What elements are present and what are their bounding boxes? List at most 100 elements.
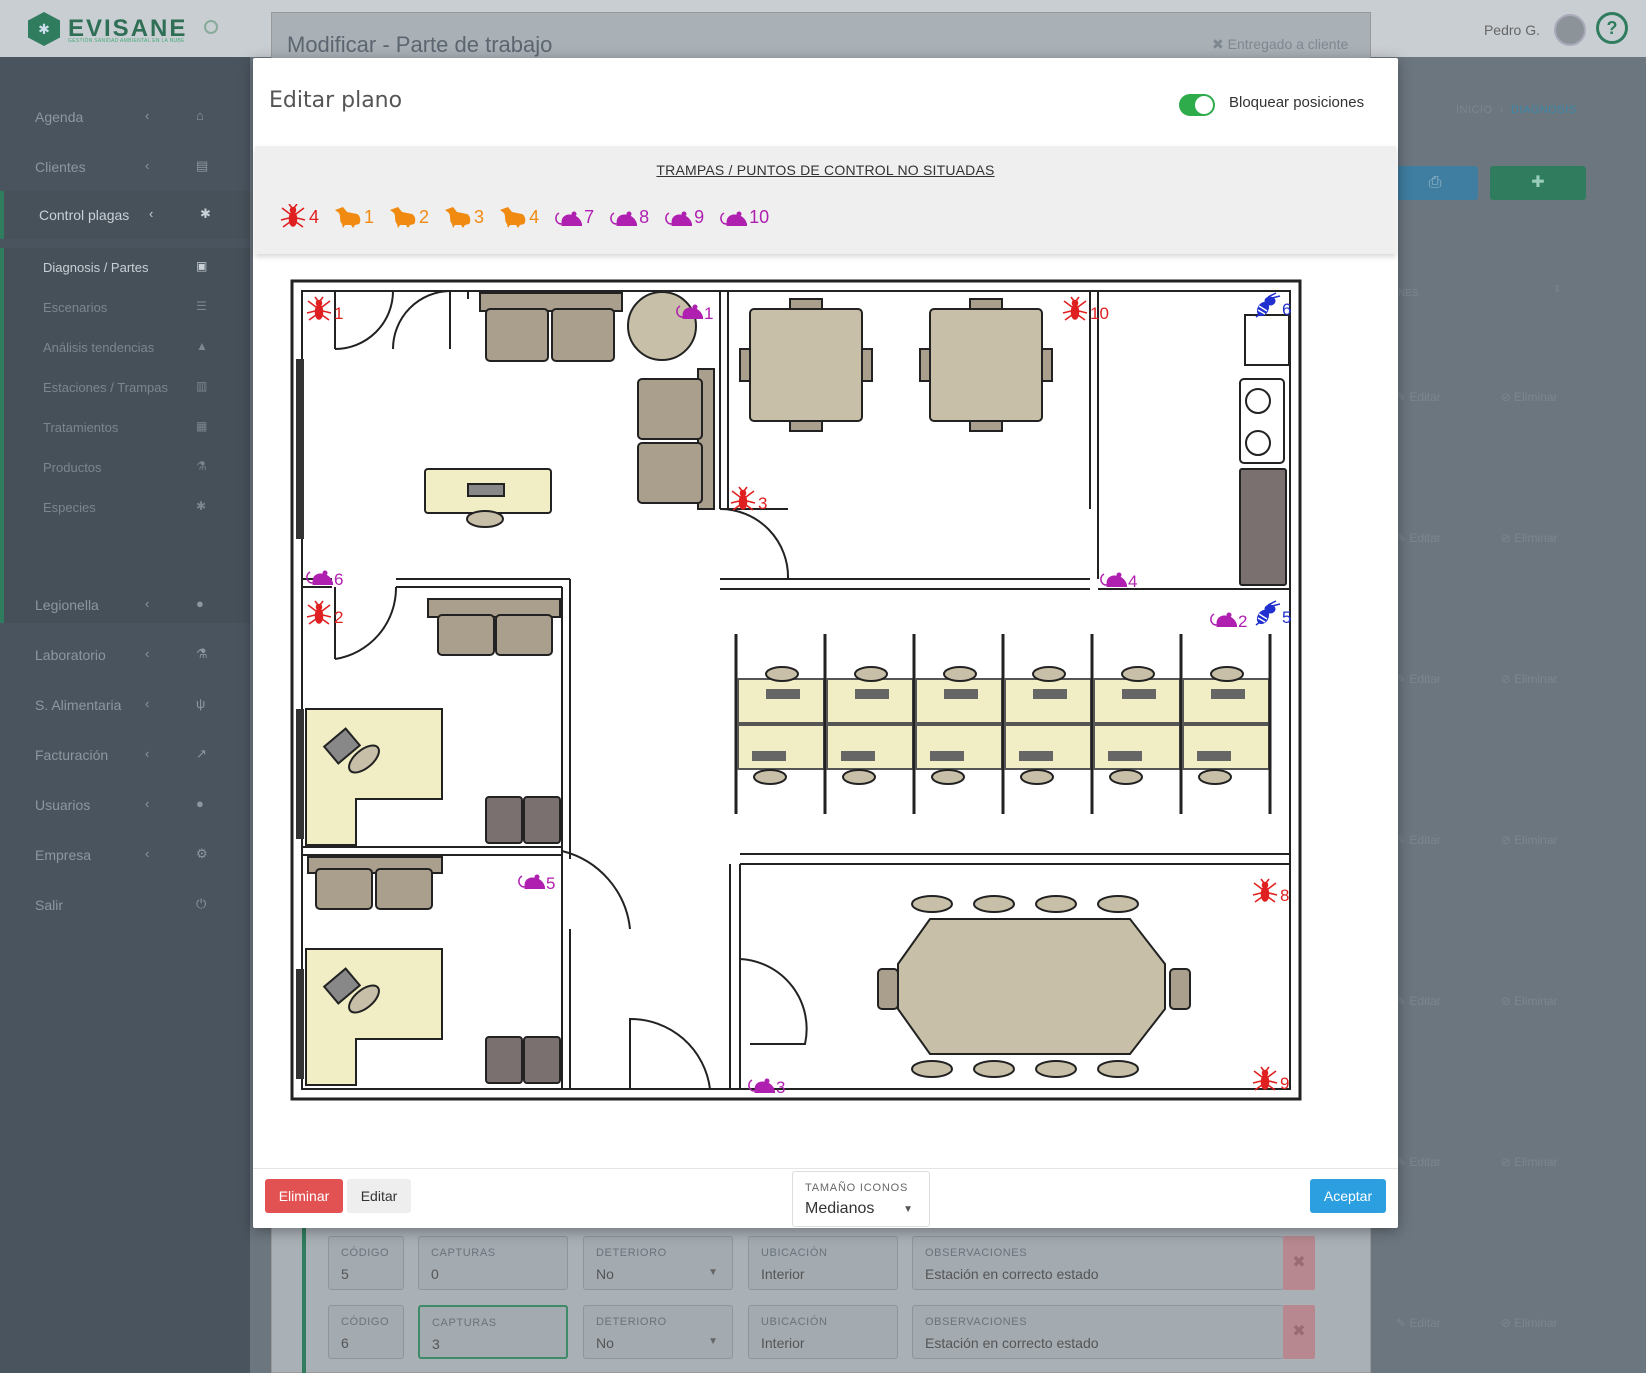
codigo-field[interactable]: CÓDIGO 5	[328, 1236, 404, 1290]
modal-footer: Eliminar Editar TAMAÑO ICONOS Medianos ▼…	[253, 1168, 1398, 1228]
sidebar-item-control-plagas[interactable]: Control plagas ‹ ✱	[0, 191, 250, 239]
mouse-icon	[748, 1078, 775, 1093]
observaciones-field[interactable]: OBSERVACIONES Estación en correcto estado	[912, 1236, 1284, 1290]
sidebar-item-salir[interactable]: Salir ⏻	[0, 881, 250, 929]
placed-trap-insect-10[interactable]: 10	[1062, 296, 1109, 323]
close-icon: ✖	[1212, 36, 1228, 52]
add-button[interactable]: ✚	[1490, 166, 1586, 200]
remove-row-icon[interactable]: ✖	[1283, 1305, 1315, 1359]
edit-button[interactable]: Editar	[347, 1179, 411, 1213]
unplaced-trap-mouse-10[interactable]: 10	[718, 204, 769, 228]
id-card-icon: ▤	[196, 158, 209, 173]
sidebar-toggle-icon[interactable]	[204, 20, 218, 34]
icon-size-label: TAMAÑO ICONOS	[805, 1182, 909, 1194]
sort-icon[interactable]: ⇕	[1553, 284, 1561, 295]
help-icon[interactable]: ?	[1596, 12, 1628, 44]
sidebar-subitem-tratamientos[interactable]: Tratamientos ▦	[4, 408, 250, 448]
trap-number: 6	[1282, 300, 1291, 319]
edit-link[interactable]: ✎ Editar	[1396, 531, 1471, 545]
icon-size-select[interactable]: TAMAÑO ICONOS Medianos ▼	[792, 1171, 930, 1227]
placed-trap-mouse-3[interactable]: 3	[748, 1078, 786, 1097]
delete-link[interactable]: ⊘ Eliminar	[1501, 833, 1588, 847]
sidebar-subitem-diagnosis[interactable]: Diagnosis / Partes ▣	[4, 248, 250, 288]
deterioro-select[interactable]: DETERIORO No ▼	[583, 1305, 733, 1359]
edit-link[interactable]: ✎ Editar	[1396, 1155, 1471, 1169]
sidebar-subitem-productos[interactable]: Productos ⚗	[4, 448, 250, 488]
sidebar-subitem-escenarios[interactable]: Escenarios ☰	[4, 288, 250, 328]
delete-button[interactable]: Eliminar	[265, 1179, 343, 1213]
delete-link[interactable]: ⊘ Eliminar	[1501, 672, 1588, 686]
sidebar-item-laboratorio[interactable]: Laboratorio ‹ ⚗	[0, 631, 250, 679]
placed-trap-insect-1[interactable]: 1	[306, 296, 343, 323]
list-icon: ☰	[196, 299, 207, 313]
sidebar-subitem-estaciones[interactable]: Estaciones / Trampas ▥	[4, 368, 250, 408]
unplaced-trap-rat-4[interactable]: 4	[498, 204, 539, 228]
codigo-field[interactable]: CÓDIGO 6	[328, 1305, 404, 1359]
sidebar-item-s-alimentaria[interactable]: S. Alimentaria ‹ ψ	[0, 681, 250, 729]
delete-link[interactable]: ⊘ Eliminar	[1501, 1316, 1588, 1330]
delete-link[interactable]: ⊘ Eliminar	[1501, 390, 1588, 404]
edit-link[interactable]: ✎ Editar	[1396, 390, 1471, 404]
delete-link[interactable]: ⊘ Eliminar	[1501, 1155, 1588, 1169]
app-logo[interactable]: ✱ EVISANE GESTIÓN SANIDAD AMBIENTAL EN L…	[28, 12, 187, 46]
delivered-to-client-toggle[interactable]: ✖ Entregado a cliente	[1212, 36, 1348, 53]
sidebar-item-empresa[interactable]: Empresa ‹ ⚙	[0, 831, 250, 879]
placed-trap-insect-8[interactable]: 8	[1252, 878, 1289, 905]
floor-plan[interactable]: 1 2 3 10 8 9 1 6 4 2 5 3 6 5	[290, 279, 1353, 1147]
sidebar-item-agenda[interactable]: Agenda ‹ ⌂	[0, 93, 250, 141]
placed-trap-mouse-2[interactable]: 2	[1210, 612, 1248, 631]
breadcrumb-home[interactable]: INICIO	[1456, 104, 1493, 116]
drop-icon: ●	[196, 596, 204, 611]
deterioro-select[interactable]: DETERIORO No ▼	[583, 1236, 733, 1290]
mouse-icon	[518, 874, 545, 889]
unplaced-trap-rat-3[interactable]: 3	[443, 204, 484, 228]
user-name: Pedro G.	[1483, 22, 1540, 38]
placed-trap-insect-2[interactable]: 2	[306, 600, 343, 627]
unplaced-trap-insect-4[interactable]: 4	[278, 204, 319, 228]
chevron-left-icon: ‹	[145, 158, 150, 173]
sidebar-subitem-especies[interactable]: Especies ✱	[4, 488, 250, 528]
delete-link[interactable]: ⊘ Eliminar	[1501, 531, 1588, 545]
lock-positions-toggle[interactable]	[1179, 94, 1215, 116]
placed-trap-wasp-5[interactable]: 5	[1255, 600, 1291, 627]
capturas-field[interactable]: CAPTURAS 0	[418, 1236, 568, 1290]
edit-link[interactable]: ✎ Editar	[1396, 672, 1471, 686]
mouse-icon	[306, 570, 333, 585]
sidebar-subitem-analisis[interactable]: Análisis tendencias ▲	[4, 328, 250, 368]
trap-number: 2	[419, 207, 430, 227]
user-menu[interactable]: Pedro G.	[1484, 14, 1586, 46]
delete-link[interactable]: ⊘ Eliminar	[1501, 994, 1588, 1008]
sidebar: Agenda ‹ ⌂ Clientes ‹ ▤ Control plagas ‹ ✱ Dia…	[0, 57, 250, 1373]
remove-row-icon[interactable]: ✖	[1283, 1236, 1315, 1290]
accept-button[interactable]: Aceptar	[1310, 1179, 1386, 1213]
logo-shield-icon: ✱	[28, 12, 60, 46]
briefcase-icon: ▦	[196, 419, 208, 433]
print-icon: ⎙	[1428, 174, 1442, 191]
caret-down-icon: ▼	[708, 1336, 718, 1347]
sidebar-item-facturacion[interactable]: Facturación ‹ ↗	[0, 731, 250, 779]
observaciones-field[interactable]: OBSERVACIONES Estación en correcto estado	[912, 1305, 1284, 1359]
edit-link[interactable]: ✎ Editar	[1396, 1316, 1471, 1330]
ubicacion-field[interactable]: UBICACIÓN Interior	[748, 1236, 898, 1290]
print-button[interactable]: ⎙	[1392, 166, 1478, 200]
trash-icon: ▥	[196, 379, 208, 393]
insect-icon	[278, 204, 308, 228]
sidebar-item-clientes[interactable]: Clientes ‹ ▤	[0, 143, 250, 191]
rat-icon	[498, 204, 528, 228]
unplaced-trap-rat-1[interactable]: 1	[333, 204, 374, 228]
ubicacion-field[interactable]: UBICACIÓN Interior	[748, 1305, 898, 1359]
capturas-field[interactable]: CAPTURAS 3	[418, 1305, 568, 1359]
unplaced-trap-mouse-8[interactable]: 8	[608, 204, 649, 228]
wasp-icon	[1255, 292, 1281, 318]
placed-trap-mouse-5[interactable]: 5	[518, 874, 556, 893]
trap-number: 1	[334, 304, 343, 323]
edit-link[interactable]: ✎ Editar	[1396, 994, 1471, 1008]
unplaced-trap-mouse-7[interactable]: 7	[553, 204, 594, 228]
avatar[interactable]	[1554, 14, 1586, 46]
trap-number: 5	[1282, 608, 1291, 627]
sidebar-item-usuarios[interactable]: Usuarios ‹ ●	[0, 781, 250, 829]
unplaced-trap-rat-2[interactable]: 2	[388, 204, 429, 228]
edit-link[interactable]: ✎ Editar	[1396, 833, 1471, 847]
sidebar-item-legionella[interactable]: Legionella ‹ ●	[0, 581, 250, 629]
unplaced-trap-mouse-9[interactable]: 9	[663, 204, 704, 228]
